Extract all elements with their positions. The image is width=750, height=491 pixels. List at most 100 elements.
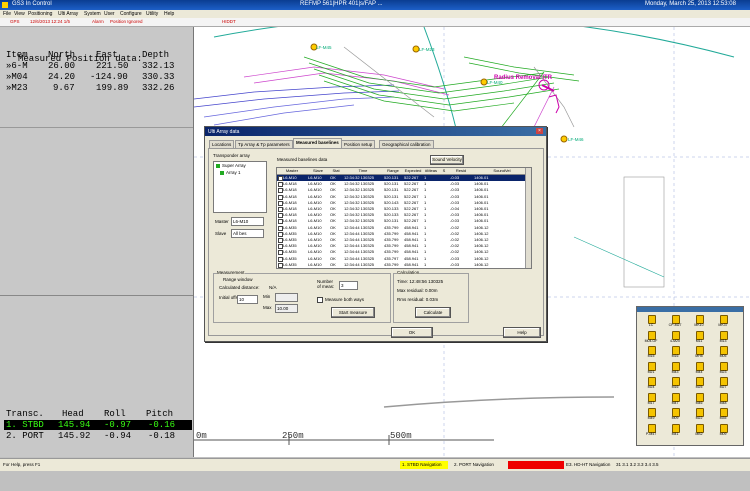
table-header-cell[interactable]: Resid bbox=[449, 168, 474, 175]
table-cell: L6-M10 bbox=[308, 230, 322, 236]
initial-offset-input[interactable]: 10 bbox=[237, 295, 258, 304]
cell-roll: -0.94 bbox=[104, 431, 132, 441]
table-row[interactable]: »M23 9.67 199.89 332.26 bbox=[4, 83, 191, 93]
transponder-tool-item[interactable]: M23 bbox=[717, 361, 729, 376]
status-row: GPS 12/6/2013 12:24 1/5 Alarm Position I… bbox=[0, 18, 750, 27]
array-tree[interactable]: Super Array Array 1 bbox=[213, 161, 267, 213]
slave-select[interactable]: All bes bbox=[231, 229, 264, 238]
menu-ulti-array[interactable]: Ulti Array bbox=[58, 11, 78, 17]
max-input[interactable]: 10.00 bbox=[275, 304, 298, 313]
table-cell: 522.267 bbox=[404, 193, 419, 199]
menu-view[interactable]: View bbox=[14, 11, 25, 17]
transponder-tool-item[interactable]: M35 bbox=[717, 408, 729, 422]
dialog-title-bar[interactable]: Ulti Array data × bbox=[205, 127, 546, 136]
table-scrollbar[interactable] bbox=[525, 168, 531, 268]
menu-configure[interactable]: Configure bbox=[120, 11, 142, 17]
transponder-tool-item[interactable]: M04-OF bbox=[645, 330, 657, 345]
transponder-tool-item[interactable]: M48 bbox=[717, 392, 729, 407]
help-button[interactable]: Help bbox=[503, 327, 541, 338]
table-header-cell[interactable]: Slave bbox=[307, 168, 330, 175]
transponder-tool-item[interactable]: 4-M20 bbox=[669, 330, 681, 345]
calculation-group-label: Calculation bbox=[397, 270, 420, 275]
table-header-cell[interactable]: Stat bbox=[329, 168, 344, 175]
table-header-cell[interactable]: Time bbox=[343, 168, 384, 175]
menu-help[interactable]: Help bbox=[164, 11, 174, 17]
start-measure-button[interactable]: Start measure bbox=[331, 307, 375, 318]
table-cell: OK bbox=[330, 255, 336, 261]
transponder-tool-item[interactable]: MK37 bbox=[717, 315, 729, 329]
table-cell: 458.941 bbox=[404, 249, 419, 255]
table-header-cell[interactable]: #Meas bbox=[423, 168, 440, 175]
palette-title-bar[interactable] bbox=[637, 307, 743, 312]
table-cell: 1 bbox=[424, 237, 427, 242]
tree-item[interactable]: Array 1 bbox=[226, 170, 241, 175]
transponder-tool-item[interactable]: M21 bbox=[645, 361, 657, 376]
close-icon[interactable]: × bbox=[536, 128, 543, 134]
transponder-tool-item[interactable]: MB2 bbox=[693, 423, 705, 438]
transponder-tool-item[interactable]: M05 bbox=[717, 346, 729, 360]
table-row[interactable]: »M04 24.20 -124.90 330.33 bbox=[4, 72, 191, 82]
table-cell: 12:34:44 130325 bbox=[344, 243, 375, 249]
transponder-tool-label: MK10 bbox=[694, 323, 704, 327]
table-cell: 1 bbox=[424, 230, 427, 236]
transponder-tool-item[interactable]: MH5 bbox=[693, 346, 705, 360]
transponder-tool-item[interactable]: M13 bbox=[717, 330, 729, 345]
table-header-cell[interactable]: SoundVel bbox=[473, 168, 531, 175]
transponder-tool-label: M23 bbox=[719, 369, 727, 374]
transponder-tool-item[interactable]: M16 bbox=[669, 377, 681, 391]
transponder-tool-item[interactable]: M49 bbox=[645, 408, 657, 422]
transponder-tool-item[interactable]: MK10 bbox=[693, 315, 705, 329]
table-header-cell[interactable]: Range bbox=[383, 168, 404, 175]
transponder-tool-item[interactable]: M16 bbox=[669, 346, 681, 360]
transponder-tool-item[interactable]: M09 bbox=[669, 408, 681, 422]
transponder-tool-item[interactable]: M17 bbox=[645, 392, 657, 407]
table-cell: 1406.12 bbox=[474, 224, 489, 230]
master-select[interactable]: L6-M10 bbox=[231, 217, 264, 226]
table-row[interactable]: 1. STBD 145.94 -0.97 -0.16 bbox=[4, 420, 192, 430]
status-alarm: Alarm bbox=[92, 19, 104, 24]
transponder-tool-item[interactable]: M22 bbox=[693, 408, 705, 422]
transponder-tool-item[interactable]: M47 bbox=[669, 392, 681, 407]
menu-positioning[interactable]: Positioning bbox=[28, 11, 52, 17]
calculate-button[interactable]: Calculate bbox=[415, 307, 451, 318]
ok-button[interactable]: OK bbox=[391, 327, 433, 338]
tree-item[interactable]: Super Array bbox=[222, 163, 246, 168]
transponder-tool-item[interactable]: M09 bbox=[717, 423, 729, 438]
table-cell: 1 bbox=[424, 249, 427, 255]
table-header-cell[interactable]: Expected bbox=[403, 168, 424, 175]
table-header-cell[interactable]: Master bbox=[277, 168, 308, 175]
table-cell: OK bbox=[330, 230, 336, 236]
table-row[interactable]: 2. PORT 145.92 -0.94 -0.18 bbox=[4, 431, 175, 441]
min-input[interactable] bbox=[275, 293, 298, 302]
menu-utility[interactable]: Utility bbox=[146, 11, 158, 17]
transponder-tool-item[interactable]: M24 bbox=[645, 377, 657, 391]
transponder-tool-item[interactable]: LC bbox=[645, 315, 657, 329]
transponder-tool-item[interactable]: M41 bbox=[669, 423, 681, 438]
table-cell: 12:34:32 130325 bbox=[344, 199, 375, 205]
table-cell: OK bbox=[330, 212, 336, 218]
transponder-tool-item[interactable]: M43 bbox=[669, 361, 681, 376]
help-hint: For Help, press F1 bbox=[3, 462, 41, 467]
transponder-tool-item[interactable]: M11 bbox=[693, 330, 705, 345]
transponder-tool-item[interactable]: M27 bbox=[717, 377, 729, 391]
transponder-tool-item[interactable]: M44 bbox=[693, 361, 705, 376]
table-cell: 520.131 bbox=[384, 218, 399, 224]
table-cell: 435.799 bbox=[384, 243, 399, 249]
table-cell: OK bbox=[330, 187, 336, 193]
table-cell: 520.131 bbox=[384, 175, 399, 180]
transponder-tool-item[interactable]: M25 bbox=[693, 377, 705, 391]
transponder-tool-label: M09 bbox=[671, 416, 679, 420]
measure-both-ways-checkbox[interactable] bbox=[317, 297, 323, 303]
transponder-tool-item[interactable]: M15 bbox=[645, 346, 657, 360]
transponder-tool-item[interactable]: CP-M27 bbox=[669, 315, 681, 329]
menu-user[interactable]: User bbox=[104, 11, 115, 17]
sound-velocity-button[interactable]: Sound Velocity bbox=[430, 155, 464, 165]
menu-file[interactable]: File bbox=[3, 11, 11, 17]
num-meas-stepper[interactable]: 3 bbox=[339, 281, 358, 290]
transponder-tool-item[interactable]: M46 bbox=[693, 392, 705, 407]
menu-system[interactable]: System bbox=[84, 11, 101, 17]
table-cell: 522.267 bbox=[404, 187, 419, 193]
cell-north: 26.00 bbox=[48, 61, 76, 71]
table-row[interactable]: »6-M 26.00 221.50 332.13 bbox=[4, 61, 191, 71]
transponder-tool-item[interactable]: P-M47 bbox=[645, 423, 657, 438]
